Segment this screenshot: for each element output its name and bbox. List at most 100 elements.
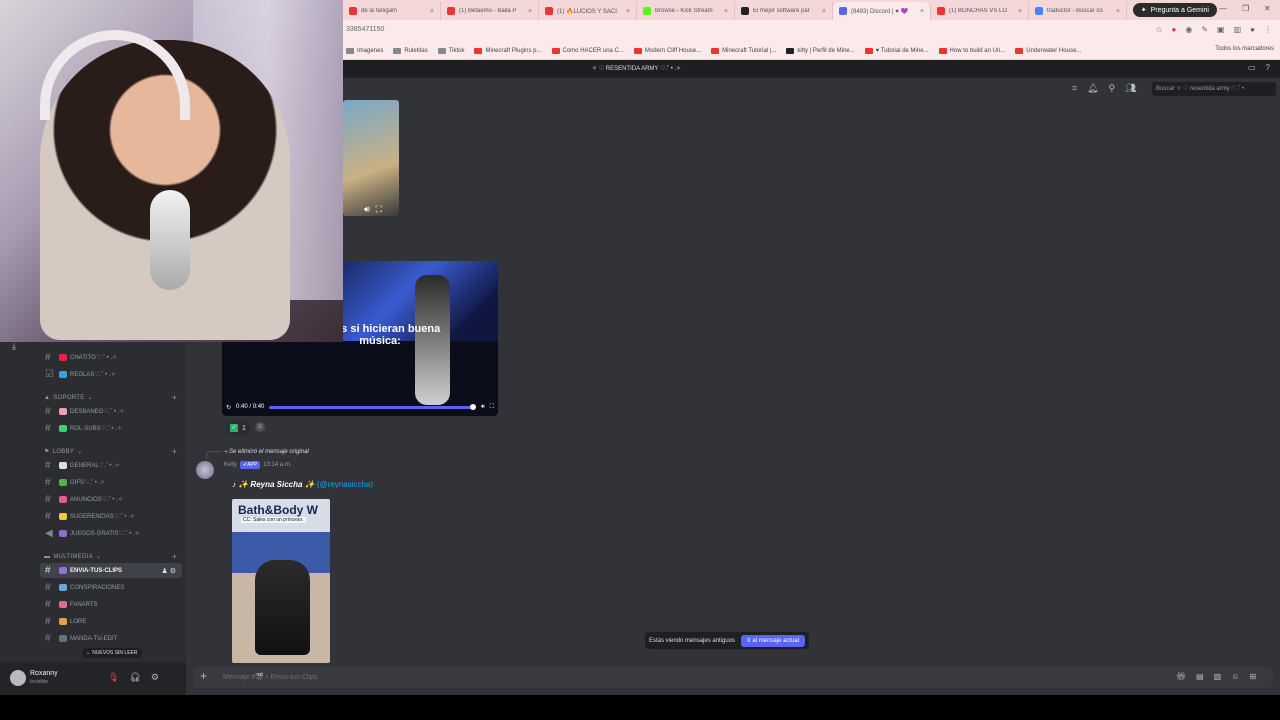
category-soporte[interactable]: ▲ SOPORTE ⌄	[44, 394, 93, 402]
plus-icon[interactable]: +	[200, 669, 207, 683]
help-icon[interactable]: ?	[1266, 63, 1270, 72]
browser-tab[interactable]: de la fanigam ×	[343, 2, 441, 20]
category-lobby[interactable]: ⚑ LOBBY ⌄	[44, 448, 83, 456]
url-field[interactable]: 3385471150	[346, 26, 384, 33]
category-multimedia[interactable]: ▬ MULTIMEDIA ⌄	[44, 553, 101, 561]
browser-tab[interactable]: Browse - Kick Stream ×	[637, 2, 735, 20]
close-tab-icon[interactable]: ×	[1116, 8, 1120, 15]
volume-icon[interactable]: 🔊︎	[364, 204, 370, 215]
channel-sugerencias[interactable]: # SUGERENCIAS♡.˚ • .✧	[40, 509, 182, 524]
bookmark-item[interactable]: Como HACER una C...	[551, 47, 624, 54]
minimize-icon[interactable]: —	[1219, 4, 1227, 13]
restore-icon[interactable]: ❐	[1242, 4, 1249, 13]
progress-knob[interactable]	[470, 403, 477, 410]
close-window-icon[interactable]: ✕	[1264, 4, 1271, 13]
add-reaction-icon[interactable]: ☺	[255, 422, 265, 432]
invite-icon[interactable]: ♟	[161, 568, 167, 575]
add-channel-icon[interactable]: +	[172, 552, 177, 561]
scroll-icon	[59, 618, 67, 625]
bookmark-item[interactable]: How to build an Un...	[938, 47, 1005, 54]
channel-chatito[interactable]: # CHATITO♡.˚ • .✧	[40, 350, 182, 365]
extension-icon[interactable]: ◉	[1185, 25, 1192, 34]
bell-icon[interactable]: 🔔︎	[1087, 83, 1098, 94]
bookmark-item[interactable]: kitty | Perfil de Mine...	[786, 47, 855, 54]
gear-icon[interactable]: ⚙	[170, 568, 176, 575]
menu-icon[interactable]: ⋮	[1264, 25, 1272, 34]
gemini-button[interactable]: ✦ Pregunta a Gemini	[1132, 3, 1217, 17]
jump-to-present-button[interactable]: Ir al mensaje actual	[741, 634, 806, 647]
bookmark-item[interactable]: Minecraft Tutorial |...	[711, 47, 776, 54]
channel-desbaneo[interactable]: # DESBANEO♡.˚ • .✧	[40, 404, 182, 419]
headphones-icon[interactable]: 🎧︎	[129, 672, 140, 683]
message-composer[interactable]	[193, 667, 1273, 688]
browser-tab[interactable]: (1) Betaemo - Baila P ×	[441, 2, 539, 20]
close-tab-icon[interactable]: ×	[724, 8, 728, 15]
bookmark-item[interactable]: Minecraft Plugins p...	[474, 47, 542, 54]
mic-muted-icon[interactable]: 🎙︎	[108, 672, 119, 683]
reaction-check[interactable]: ✓ 1	[226, 421, 250, 435]
close-tab-icon[interactable]: ×	[528, 8, 532, 15]
add-channel-icon[interactable]: +	[172, 447, 177, 456]
threads-icon[interactable]: ⌗	[1072, 83, 1077, 94]
bookmark-item[interactable]: Underwater House...	[1015, 47, 1081, 54]
embed-handle[interactable]: (@reynasiccha)	[317, 480, 373, 489]
browser-tab[interactable]: traductor - Buscar co ×	[1029, 2, 1127, 20]
bookmark-item[interactable]: Ruletitas	[393, 47, 428, 54]
sticker-icon[interactable]: ▧	[1214, 672, 1222, 681]
download-icon[interactable]: ⤓	[12, 341, 16, 352]
close-tab-icon[interactable]: ×	[430, 8, 434, 15]
browser-tab[interactable]: (1) 🔥LUCIOS Y SACI ×	[539, 2, 637, 20]
browser-tab[interactable]: El mejor software par ×	[735, 2, 833, 20]
channel-juegos[interactable]: ◀ JUEGOS-GRATIS♡.˚ • .✧	[40, 526, 182, 541]
message-input[interactable]: Mensaje #🎬 • Envia-tus-Clips	[223, 673, 317, 681]
media-attachment[interactable]	[343, 100, 399, 216]
browser-tab[interactable]: (1) BONCHAS VS LO ×	[931, 2, 1029, 20]
channel-fanarts[interactable]: # FANARTS	[40, 597, 182, 612]
inbox-icon[interactable]: ▭	[1248, 63, 1256, 72]
search-input[interactable]: Buscar ✧ ♡ resentida army ♡.˚ •	[1152, 82, 1276, 96]
gear-icon[interactable]: ⚙	[151, 672, 159, 683]
avatar[interactable]	[196, 461, 214, 479]
avatar[interactable]	[10, 670, 26, 686]
gif-icon[interactable]: ▤	[1196, 672, 1204, 681]
close-tab-icon[interactable]: ×	[1018, 8, 1022, 15]
apps-icon[interactable]: ⊞	[1249, 672, 1256, 681]
channel-reglas[interactable]: ☑ REGLAS♡.˚ • .✧	[40, 367, 182, 382]
channel-envia-tus-clips[interactable]: # ENVIA-TUS-CLIPS ♟ ⚙	[40, 563, 182, 578]
close-tab-icon[interactable]: ×	[822, 8, 826, 15]
members-icon[interactable]: 👥︎	[1125, 83, 1136, 94]
channel-general[interactable]: # GENERAL♡.˚ • .✧	[40, 458, 182, 473]
opera-icon[interactable]: ●	[1172, 25, 1177, 34]
pin-icon[interactable]: ⚲	[1109, 83, 1116, 94]
volume-icon[interactable]: 🔊︎	[481, 404, 485, 411]
replay-icon[interactable]: ↻	[226, 404, 231, 411]
bookmark-item[interactable]: Modern Cliff House...	[633, 47, 701, 54]
bookmark-item[interactable]: Imagenes	[346, 47, 383, 54]
fullscreen-icon[interactable]: ⛶	[376, 204, 382, 215]
sidepanel-icon[interactable]: ▥	[1234, 25, 1242, 34]
bookmark-item[interactable]: ♥ Tutorial de Mine...	[864, 47, 929, 54]
channel-manda-tu-edit[interactable]: # MANDA-TU-EDIT	[40, 631, 182, 646]
close-tab-icon[interactable]: ×	[920, 8, 924, 15]
author-name[interactable]: Kelly	[224, 462, 237, 468]
star-icon[interactable]: ☆	[1155, 25, 1162, 34]
browser-tab[interactable]: (8493) Discord | ♥ 💜 ×	[833, 2, 931, 20]
bookmark-item[interactable]: Tiktok	[437, 47, 464, 54]
channel-anuncios[interactable]: # ANUNCIOS♡.˚ • .✧	[40, 492, 182, 507]
fullscreen-icon[interactable]: ⛶	[490, 404, 494, 411]
channel-gifs[interactable]: # GIFS♡.˚ • .✧	[40, 475, 182, 490]
new-unread-pill[interactable]: ⌄ NUEVOS SIN LEER	[82, 648, 142, 658]
gift-icon[interactable]: 🎁︎	[1176, 672, 1186, 681]
video-progress[interactable]	[269, 403, 477, 410]
all-bookmarks[interactable]: Todos los marcadores	[1215, 46, 1274, 52]
add-channel-icon[interactable]: +	[172, 393, 177, 402]
channel-conspiraciones[interactable]: # CONSPIRACIONES	[40, 580, 182, 595]
channel-rolsubs[interactable]: # ROL-SUBS♡.˚ • .✧	[40, 421, 182, 436]
emoji-icon[interactable]: ☺	[1231, 672, 1239, 681]
embed-title[interactable]: ♪ ✨ Reyna Siccha ✨ (@reynasiccha)	[232, 480, 373, 489]
pen-icon[interactable]: ✎	[1201, 25, 1208, 34]
window-icon[interactable]: ▣	[1217, 25, 1225, 34]
profile-icon[interactable]: ●	[1250, 25, 1255, 34]
close-tab-icon[interactable]: ×	[626, 8, 630, 15]
channel-lore[interactable]: # LORE	[40, 614, 182, 629]
